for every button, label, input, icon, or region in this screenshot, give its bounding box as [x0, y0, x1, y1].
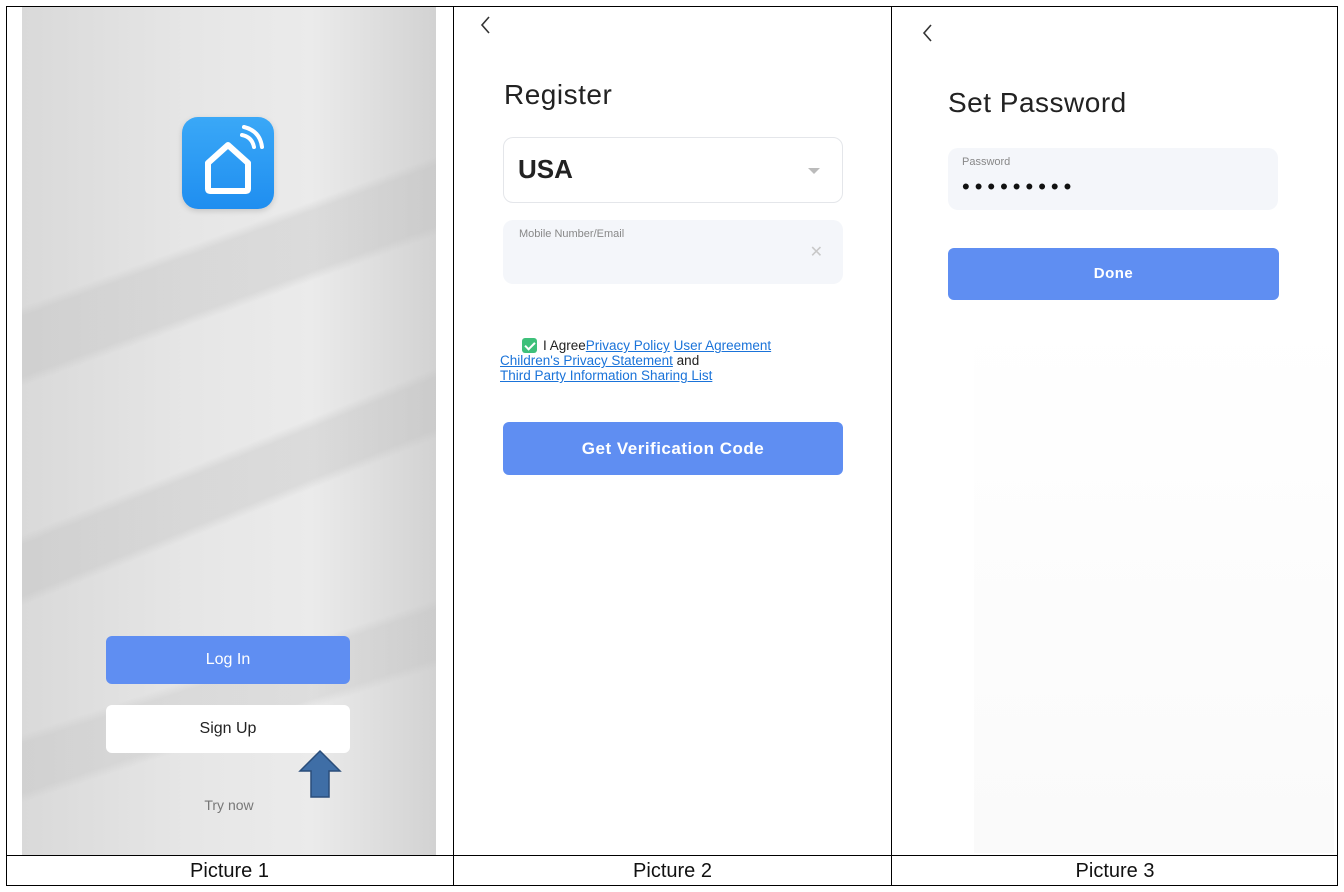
- childrens-privacy-link[interactable]: Children's Privacy Statement: [500, 353, 673, 368]
- and-text: and: [676, 353, 700, 368]
- country-select[interactable]: USA: [503, 137, 843, 203]
- mobile-email-label: Mobile Number/Email: [519, 228, 625, 240]
- mobile-email-input[interactable]: [519, 248, 793, 276]
- done-button[interactable]: Done: [948, 248, 1279, 300]
- caption-picture-3: Picture 3: [1075, 860, 1155, 882]
- arrow-up-icon: [298, 749, 342, 799]
- password-label: Password: [962, 156, 1011, 168]
- background-shade: [974, 317, 1334, 853]
- user-agreement-link[interactable]: User Agreement: [674, 338, 772, 353]
- back-chevron-icon[interactable]: [476, 11, 496, 39]
- caption-picture-1: Picture 1: [190, 860, 269, 882]
- page-title: Set Password: [948, 87, 1127, 118]
- checkbox-checked-icon[interactable]: [522, 338, 537, 353]
- clear-icon[interactable]: ✕: [810, 242, 823, 262]
- caption-picture-2: Picture 2: [633, 860, 712, 882]
- agreement-line-3: Third Party Information Sharing List: [500, 368, 712, 383]
- agree-prefix: I Agree: [543, 338, 586, 353]
- agreement-text: I AgreePrivacy Policy User Agreement Chi…: [500, 338, 852, 383]
- get-verification-code-button[interactable]: Get Verification Code: [503, 422, 843, 475]
- login-button[interactable]: Log In: [106, 636, 350, 684]
- country-value: USA: [518, 154, 573, 184]
- password-value[interactable]: •••••••••: [962, 174, 1076, 200]
- page-title: Register: [504, 79, 613, 110]
- privacy-policy-link[interactable]: Privacy Policy: [586, 338, 670, 353]
- mobile-email-field[interactable]: Mobile Number/Email ✕: [503, 220, 843, 284]
- column-divider-1: [453, 6, 454, 886]
- panel-register-screen: Register USA Mobile Number/Email ✕ I Agr…: [456, 7, 890, 855]
- try-now-link[interactable]: Try now: [22, 797, 436, 813]
- column-divider-2: [891, 6, 892, 886]
- dropdown-caret-icon: [808, 168, 820, 174]
- signup-button[interactable]: Sign Up: [106, 705, 350, 753]
- agreement-line-2: Children's Privacy Statement and: [500, 353, 699, 368]
- smart-home-app-icon: [182, 117, 274, 209]
- panel-set-password-screen: Set Password Password ••••••••• Done: [894, 7, 1338, 855]
- back-chevron-icon[interactable]: [918, 19, 938, 47]
- password-field[interactable]: Password •••••••••: [948, 148, 1278, 210]
- third-party-link[interactable]: Third Party Information Sharing List: [500, 368, 712, 383]
- panel-welcome-screen: Log In Sign Up Try now: [22, 7, 436, 855]
